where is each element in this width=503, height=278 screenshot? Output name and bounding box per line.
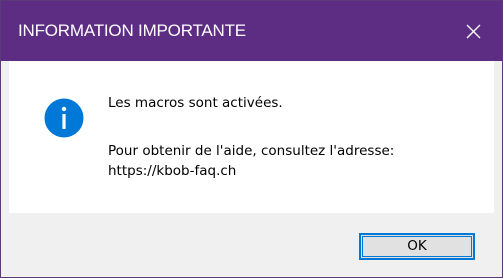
dialog-title: INFORMATION IMPORTANTE xyxy=(18,21,246,40)
close-button[interactable] xyxy=(446,1,502,61)
ok-button-label: OK xyxy=(407,238,427,254)
message-line-1: Les macros sont activées. xyxy=(108,95,283,111)
button-bar: OK xyxy=(1,213,502,277)
info-icon xyxy=(44,98,84,138)
close-icon xyxy=(466,24,481,39)
message-link-text: https://kbob-faq.ch xyxy=(108,163,237,179)
message-area: Les macros sont activées. Pour obtenir d… xyxy=(9,61,494,213)
title-bar[interactable]: INFORMATION IMPORTANTE xyxy=(1,1,502,61)
message-dialog: INFORMATION IMPORTANTE Les macros sont a… xyxy=(0,0,503,278)
message-line-2: Pour obtenir de l'aide, consultez l'adre… xyxy=(108,143,395,159)
ok-button[interactable]: OK xyxy=(359,233,475,260)
